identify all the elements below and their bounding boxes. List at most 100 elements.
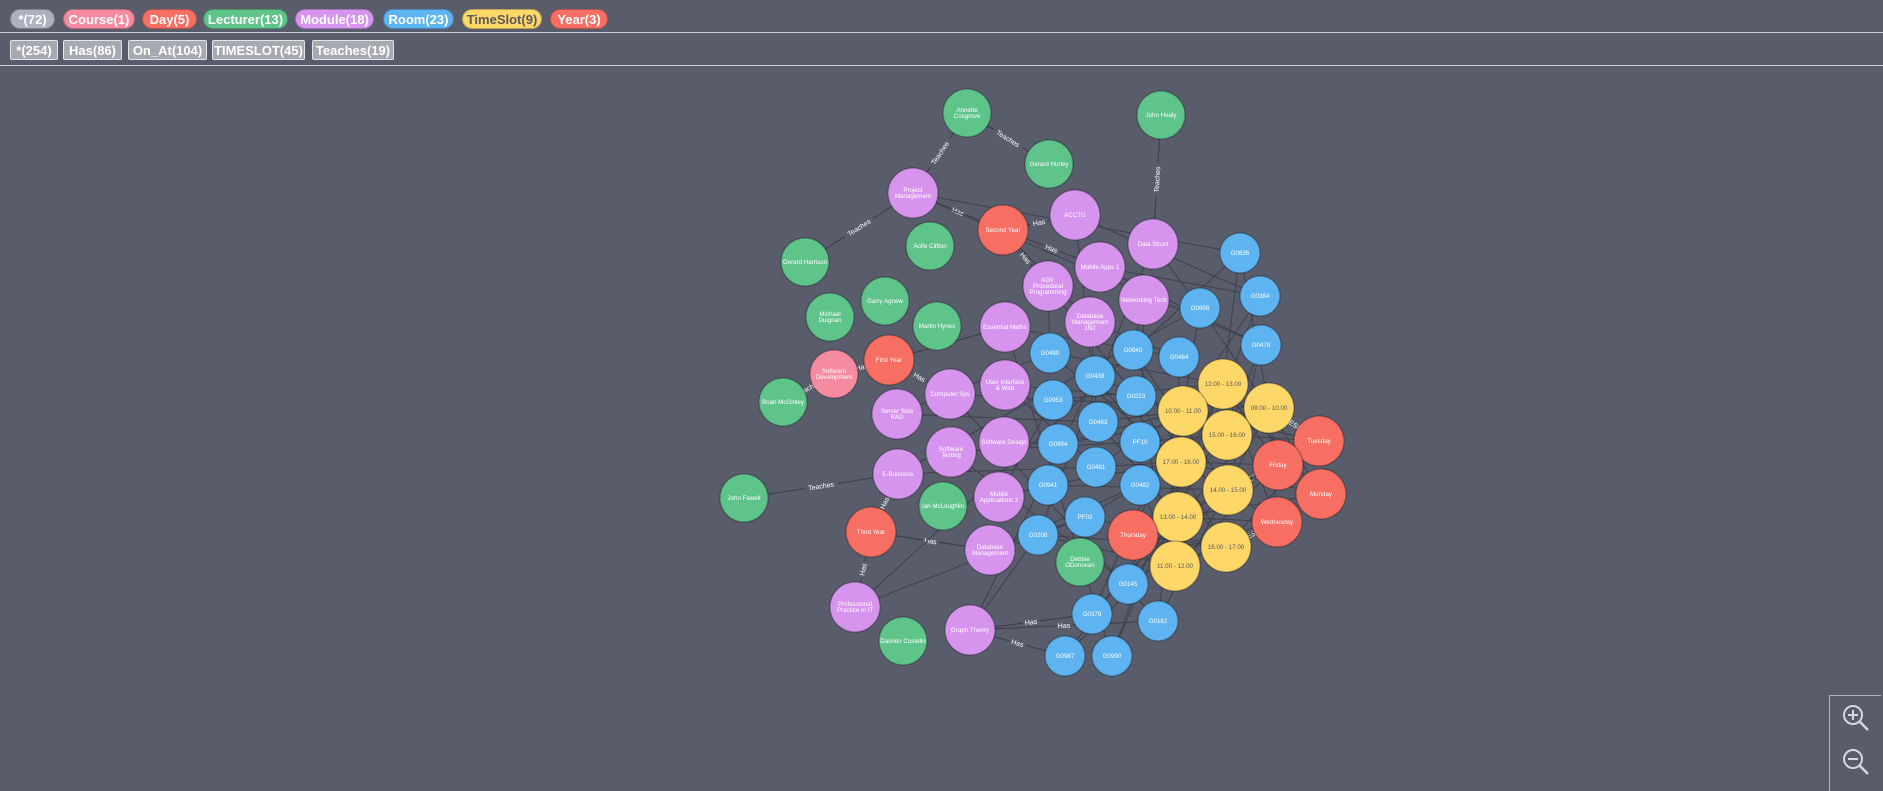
node-module[interactable]: E-Business [872, 448, 924, 500]
node-lecturer[interactable]: Martin Hynes [912, 301, 962, 351]
node-room[interactable]: G0484 [1158, 336, 1200, 378]
node-room[interactable]: G0490 [1029, 332, 1071, 374]
node-day[interactable]: Thursday [1107, 509, 1159, 561]
node-room[interactable]: G0953 [1032, 379, 1074, 421]
node-room[interactable]: G0987 [1044, 635, 1086, 677]
node-room[interactable]: G0482 [1119, 464, 1161, 506]
node-year[interactable]: Second Year [977, 204, 1029, 256]
node-timeslot[interactable]: 15.00 - 16.00 [1201, 409, 1253, 461]
node-room[interactable]: G0182 [1137, 600, 1179, 642]
node-module[interactable]: Software Design [978, 416, 1030, 468]
node-module[interactable]: DatabaseManagement [964, 524, 1016, 576]
node-timeslot[interactable]: 16.00 - 17.00 [1200, 521, 1252, 573]
node-caption: E-Business [882, 471, 913, 478]
node-lecturer[interactable]: Garry Agnew [860, 276, 910, 326]
node-caption: Networking Tech [1121, 297, 1167, 304]
relationship-filter-has[interactable]: Has(86) [63, 40, 122, 60]
node-timeslot[interactable]: 17.00 - 18.00 [1155, 436, 1207, 488]
node-caption: Data Struct [1138, 241, 1169, 248]
node-module[interactable]: Data Struct [1127, 218, 1179, 270]
node-room[interactable]: G0145 [1107, 563, 1149, 605]
node-timeslot[interactable]: 09.00 - 10.00 [1243, 382, 1295, 434]
graph-canvas[interactable]: Teaches Teaches Teaches Teaches Teaches Teach… [0, 66, 1883, 791]
node-room[interactable]: G0379 [1071, 593, 1113, 635]
node-timeslot[interactable]: 11.00 - 12.00 [1149, 540, 1201, 592]
label-filter-day[interactable]: Day(5) [142, 9, 197, 29]
label-filter-module[interactable]: Module(18) [295, 9, 374, 29]
node-lecturer[interactable]: Aoife Clifton [905, 221, 955, 271]
node-room[interactable]: PF02 [1064, 496, 1106, 538]
node-room[interactable]: G0836 [1219, 232, 1261, 274]
node-room[interactable]: G0478 [1240, 324, 1282, 366]
node-room[interactable]: G0223 [1115, 375, 1157, 417]
node-room[interactable]: G0990 [1091, 635, 1133, 677]
node-course[interactable]: SoftwareDevelopment [809, 349, 859, 399]
node-room[interactable]: PF10 [1119, 421, 1161, 463]
node-module[interactable]: MobileApplications 2 [973, 471, 1025, 523]
node-timeslot[interactable]: 14.00 - 15.00 [1202, 464, 1254, 516]
label-filter-course[interactable]: Course(1) [63, 9, 135, 29]
node-caption: G0438 [1086, 373, 1105, 380]
node-day[interactable]: Wednesday [1251, 496, 1303, 548]
node-caption: G0182 [1149, 618, 1168, 625]
label-filter-lecturer[interactable]: Lecturer(13) [203, 9, 288, 29]
node-caption: Essential Maths [983, 324, 1027, 331]
node-room[interactable]: G0998 [1179, 287, 1221, 329]
node-module[interactable]: Mobile Apps 1 [1074, 241, 1126, 293]
node-lecturer[interactable]: Damien Costello [878, 616, 928, 666]
label-filter-room[interactable]: Room(23) [383, 9, 454, 29]
relationship-filter-timeslot[interactable]: TIMESLOT(45) [212, 40, 305, 60]
node-lecturer[interactable]: Gerard Harrison [780, 237, 830, 287]
label-filter-all[interactable]: *(72) [10, 9, 55, 29]
node-lecturer[interactable]: AnnetteCosgrove [942, 88, 992, 138]
node-room[interactable]: G0208 [1017, 514, 1059, 556]
node-module[interactable]: User Interface& Web [979, 359, 1031, 411]
node-module[interactable]: ProfessionalPractice in IT [829, 581, 881, 633]
zoom-out-button[interactable] [1840, 746, 1872, 778]
zoom-in-button[interactable] [1840, 702, 1872, 734]
relationship-filter-all[interactable]: *(254) [10, 40, 58, 60]
node-caption: Wednesday [1261, 519, 1294, 526]
graph-svg[interactable]: TeachesTeachesTeachesTeachesTeachesTeach… [0, 66, 1883, 791]
node-module[interactable]: Computer Sys [924, 368, 976, 420]
node-lecturer[interactable]: Brian McGinley [758, 377, 808, 427]
relationship-filter-on_at[interactable]: On_At(104) [128, 40, 207, 60]
node-module[interactable]: ProjectManagement [887, 167, 939, 219]
node-module[interactable]: ACCTG [1049, 189, 1101, 241]
relationship-has[interactable]: Has [969, 620, 1159, 631]
node-room[interactable]: G0438 [1074, 355, 1116, 397]
node-module[interactable]: DatabaseManagement1N2 [1064, 296, 1116, 348]
node-lecturer[interactable]: Ian McLoughlin [918, 481, 968, 531]
node-module[interactable]: Networking Tech [1118, 274, 1170, 326]
node-room[interactable]: G0384 [1239, 275, 1281, 317]
node-module[interactable]: Graph Theory [944, 604, 996, 656]
node-timeslot[interactable]: 13.00 - 14.00 [1152, 491, 1204, 543]
node-lecturer[interactable]: John Healy [1136, 90, 1186, 140]
node-module[interactable]: Server SideRAD [871, 388, 923, 440]
node-caption: Applications 2 [980, 497, 1019, 504]
node-caption: Garry Agnew [867, 298, 903, 305]
node-room[interactable]: G0481 [1075, 446, 1117, 488]
node-caption: G0998 [1191, 305, 1210, 312]
node-room[interactable]: G0940 [1112, 329, 1154, 371]
node-timeslot[interactable]: 10.00 - 11.00 [1157, 385, 1209, 437]
node-module[interactable]: ADV.ProceduralProgramming [1022, 260, 1074, 312]
node-room[interactable]: G0483 [1077, 401, 1119, 443]
relationship-filter-teaches[interactable]: Teaches(19) [312, 40, 394, 60]
node-year[interactable]: Third Year [845, 506, 897, 558]
node-caption: G0223 [1127, 393, 1146, 400]
node-lecturer[interactable]: Gerard Hurley [1024, 139, 1074, 189]
label-filter-timeslot[interactable]: TimeSlot(9) [462, 9, 542, 29]
node-lecturer[interactable]: DebbieODonovan [1055, 537, 1105, 587]
node-room[interactable]: G0994 [1037, 423, 1079, 465]
node-day[interactable]: Friday [1252, 439, 1304, 491]
node-lecturer[interactable]: John Fawell [719, 473, 769, 523]
node-room[interactable]: G0941 [1027, 464, 1069, 506]
node-year[interactable]: First Year [863, 334, 915, 386]
node-module[interactable]: SoftwareTesting [925, 426, 977, 478]
node-lecturer[interactable]: MichaelDuignan [805, 292, 855, 342]
node-module[interactable]: Essential Maths [979, 301, 1031, 353]
label-filter-year[interactable]: Year(3) [550, 9, 608, 29]
node-caption: Tuesday [1307, 438, 1331, 445]
node-day[interactable]: Monday [1295, 468, 1347, 520]
